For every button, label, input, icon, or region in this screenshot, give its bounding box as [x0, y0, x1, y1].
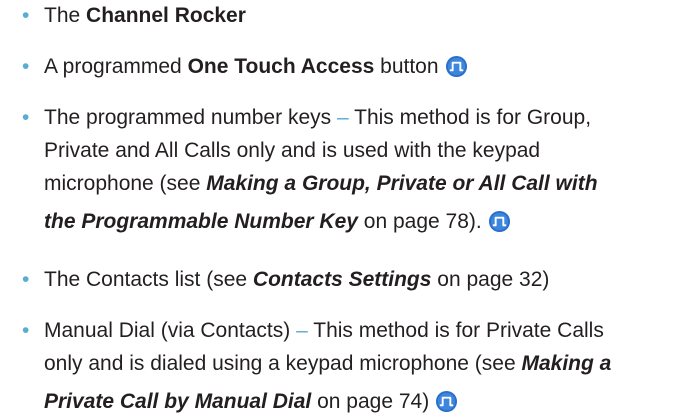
bullet: • — [22, 55, 30, 78]
item-text-post: button — [374, 55, 439, 78]
item-text: The — [44, 4, 87, 27]
dash: – — [336, 106, 349, 129]
list-item: • The Channel Rocker — [22, 0, 693, 32]
item-line: Manual Dial (via Contacts) – This method… — [44, 314, 693, 347]
cross-reference: Contacts Settings — [252, 268, 432, 291]
item-text-post: on page 78). — [357, 210, 482, 233]
item-line: microphone (see Making a Group, Private … — [44, 167, 693, 200]
cross-reference: the Programmable Number Key — [44, 210, 358, 233]
dash: – — [296, 319, 308, 342]
item-bold: One Touch Access — [187, 55, 375, 78]
programmable-button-icon — [435, 390, 458, 413]
list-item: • The programmed number keys – This meth… — [22, 101, 693, 238]
cross-reference: Private Call by Manual Dial — [44, 390, 312, 413]
programmable-button-icon — [445, 55, 468, 78]
item-line: Private Call by Manual Dial on page 74) — [44, 385, 693, 418]
item-text: This method is for Private Calls — [307, 319, 604, 342]
item-bold: Channel Rocker — [86, 4, 246, 27]
bullet: • — [22, 4, 30, 27]
list-item: • Manual Dial (via Contacts) – This meth… — [22, 314, 693, 418]
item-text: A programmed — [44, 55, 188, 78]
bullet: • — [22, 319, 30, 342]
bullet: • — [22, 106, 30, 129]
item-text: Manual Dial (via Contacts) — [44, 319, 297, 342]
item-text: The Contacts list (see — [44, 268, 253, 291]
item-line: only and is dialed using a keypad microp… — [44, 347, 693, 380]
item-text-post: on page 32) — [431, 268, 550, 291]
list-item: • A programmed One Touch Access button — [22, 50, 693, 83]
item-text: The programmed number keys — [44, 106, 337, 129]
item-line: Private and All Calls only and is used w… — [44, 139, 541, 162]
cross-reference: Making a — [521, 352, 612, 375]
list-item: • The Contacts list (see Contacts Settin… — [22, 263, 693, 296]
item-text: microphone (see — [44, 172, 207, 195]
programmable-button-icon — [488, 210, 511, 233]
item-text: This method is for Group, — [348, 106, 592, 129]
item-text-post: on page 74) — [311, 390, 430, 413]
cross-reference: Making a Group, Private or All Call with — [206, 172, 598, 195]
item-line: The programmed number keys – This method… — [44, 101, 693, 134]
item-line: the Programmable Number Key on page 78). — [44, 205, 693, 238]
item-text: only and is dialed using a keypad microp… — [44, 352, 522, 375]
bullet: • — [22, 268, 30, 291]
